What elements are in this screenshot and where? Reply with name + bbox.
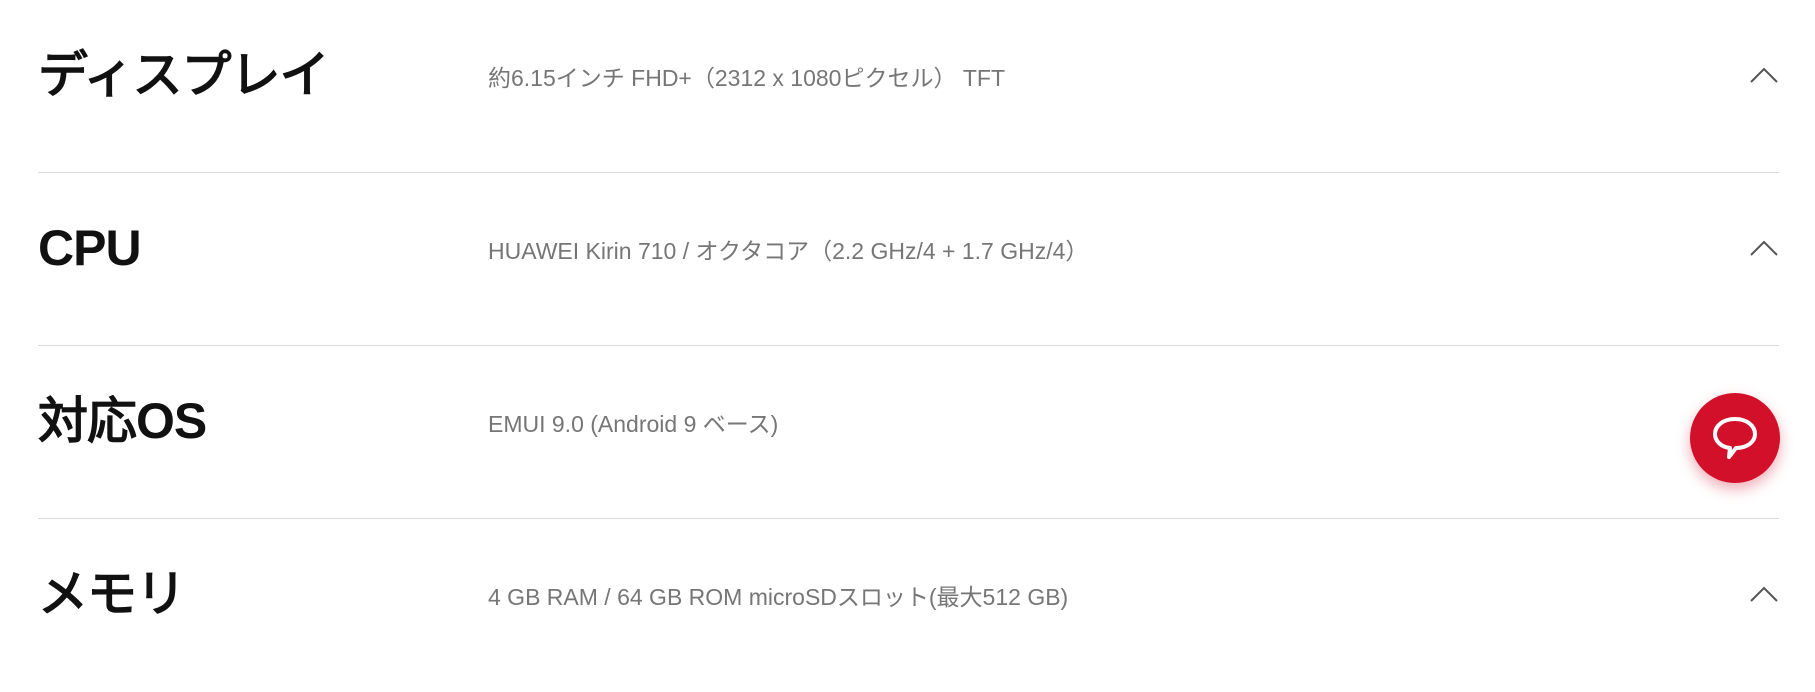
spec-value-display: 約6.15インチ FHD+（2312 x 1080ピクセル） TFT [488,65,1006,91]
spec-label-memory: メモリ [38,566,186,622]
chevron-up-icon[interactable] [1749,233,1779,263]
chevron-up-icon[interactable] [1749,60,1779,90]
spec-value-os: EMUI 9.0 (Android 9 ベース) [488,411,779,437]
spec-row-os[interactable]: 対応OS EMUI 9.0 (Android 9 ベース) [38,346,1779,519]
spec-value-memory: 4 GB RAM / 64 GB ROM microSDスロット(最大512 G… [488,584,1069,610]
spec-value-cpu: HUAWEI Kirin 710 / オクタコア（2.2 GHz/4 + 1.7… [488,238,1089,264]
spec-row-cpu[interactable]: CPU HUAWEI Kirin 710 / オクタコア（2.2 GHz/4 +… [38,173,1779,346]
spec-list: ディスプレイ 約6.15インチ FHD+（2312 x 1080ピクセル） TF… [38,0,1779,692]
spec-label-os: 対応OS [38,393,207,449]
spec-label-cpu: CPU [38,220,142,276]
spec-row-memory[interactable]: メモリ 4 GB RAM / 64 GB ROM microSDスロット(最大5… [38,519,1779,692]
spec-label-display: ディスプレイ [38,47,329,103]
chat-bubble-icon [1713,417,1757,459]
chevron-up-icon[interactable] [1749,579,1779,609]
spec-row-display[interactable]: ディスプレイ 約6.15インチ FHD+（2312 x 1080ピクセル） TF… [38,0,1779,173]
chat-button[interactable] [1690,393,1780,483]
